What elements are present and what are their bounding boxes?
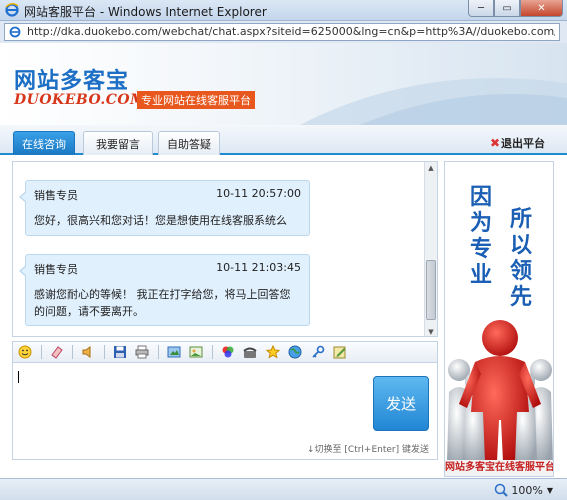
message-text: 感谢您耐心的等候！ 我正在打字给您，将马上回答您的问题，请不要离开。	[34, 288, 291, 318]
address-bar: http://dka.duokebo.com/webchat/chat.aspx…	[0, 21, 567, 43]
tab-leave-message[interactable]: 我要留言	[83, 131, 153, 155]
brand-logo-cn: 网站多客宝	[14, 69, 130, 94]
restore-button[interactable]: ▭	[494, 0, 520, 17]
brand-logo-en: DUOKEBO.COM	[14, 92, 147, 108]
address-field[interactable]: http://dka.duokebo.com/webchat/chat.aspx…	[4, 23, 560, 41]
toolbar-separator	[211, 345, 213, 359]
tab-online-consult[interactable]: 在线咨询	[13, 131, 75, 155]
message-sender: 销售专员	[34, 189, 78, 202]
ie-icon	[5, 3, 19, 17]
toolbar-separator	[40, 345, 42, 359]
window-titlebar: 网站客服平台 - Windows Internet Explorer ─ ▭ ✕	[0, 0, 567, 21]
chat-scrollbar[interactable]: ▲ ▼	[424, 162, 437, 336]
ad-slogan-col2: 所以领先	[509, 206, 532, 310]
minimize-button[interactable]: ─	[468, 0, 494, 17]
message-input[interactable]: 发送 ↓切换至 [Ctrl+Enter] 键发送	[12, 363, 438, 460]
message-time: 10-11 21:03:45	[216, 261, 301, 274]
chat-history[interactable]: 销售专员 10-11 20:57:00 您好，很高兴和您对话！您是想使用在线客服…	[12, 161, 438, 337]
composer-toolbar	[12, 341, 438, 363]
page-icon	[9, 26, 21, 38]
chevron-down-icon[interactable]: ▼	[547, 486, 553, 495]
message-time: 10-11 20:57:00	[216, 187, 301, 200]
sound-icon[interactable]	[81, 345, 95, 359]
close-button[interactable]: ✕	[520, 0, 563, 17]
exit-button[interactable]: ✖ 退出平台	[490, 135, 545, 151]
screenshot-icon[interactable]	[167, 345, 181, 359]
header-banner: 网站多客宝 DUOKEBO.COM 专业网站在线客服平台	[0, 43, 567, 125]
text-caret	[18, 371, 19, 383]
chat-message: 销售专员 10-11 21:03:45 感谢您耐心的等候！ 我正在打字给您，将马…	[19, 254, 310, 326]
key-icon[interactable]	[311, 345, 325, 359]
window-controls: ─ ▭ ✕	[468, 0, 563, 18]
print-icon[interactable]	[135, 345, 149, 359]
color-icon[interactable]	[221, 345, 235, 359]
toolbar-separator	[72, 345, 73, 359]
send-hint[interactable]: ↓切换至 [Ctrl+Enter] 键发送	[307, 442, 429, 455]
page-content: 网站多客宝 DUOKEBO.COM 专业网站在线客服平台 在线咨询 我要留言 自…	[0, 43, 567, 478]
tab-self-help[interactable]: 自助答疑	[158, 131, 220, 155]
scroll-down-icon[interactable]: ▼	[425, 326, 437, 336]
star-icon[interactable]	[265, 345, 280, 359]
zoom-control[interactable]: 100% ▼	[494, 483, 553, 497]
scroll-thumb[interactable]	[426, 260, 436, 320]
save-icon[interactable]	[113, 345, 127, 359]
send-button[interactable]: 发送	[373, 376, 429, 431]
toolbar-separator	[157, 345, 159, 359]
ad-slogan-col1: 因为专业	[469, 184, 492, 288]
message-sender: 销售专员	[34, 263, 78, 276]
chat-message: 销售专员 10-11 20:57:00 您好，很高兴和您对话！您是想使用在线客服…	[19, 180, 310, 236]
zoom-level: 100%	[511, 483, 543, 497]
globe-icon[interactable]	[288, 345, 302, 359]
address-url[interactable]: http://dka.duokebo.com/webchat/chat.aspx…	[27, 25, 555, 38]
window-title: 网站客服平台 - Windows Internet Explorer	[24, 5, 267, 19]
brand-tagline: 专业网站在线客服平台	[137, 91, 255, 109]
edit-icon[interactable]	[333, 345, 347, 359]
toolbar-separator	[103, 345, 105, 359]
phone-icon[interactable]	[243, 345, 257, 359]
emoticon-icon[interactable]	[18, 345, 32, 359]
ad-caption[interactable]: 网站多客宝在线客服平台	[445, 460, 553, 476]
scroll-up-icon[interactable]: ▲	[425, 162, 437, 174]
side-advertisement: 因为专业 所以领先 网站多客宝在线客服平台	[444, 161, 554, 477]
eraser-icon[interactable]	[50, 345, 64, 359]
status-bar: 100% ▼	[0, 478, 567, 500]
exit-label: 退出平台	[501, 137, 545, 150]
tab-bar: 在线咨询 我要留言 自助答疑 ✖ 退出平台	[0, 125, 567, 155]
message-text: 您好，很高兴和您对话！您是想使用在线客服系统么	[34, 214, 287, 227]
zoom-icon	[495, 483, 509, 497]
chat-messages: 销售专员 10-11 20:57:00 您好，很高兴和您对话！您是想使用在线客服…	[13, 162, 425, 336]
mascot-figure-icon	[447, 320, 553, 462]
image-icon[interactable]	[189, 345, 203, 359]
exit-icon: ✖	[489, 136, 500, 150]
